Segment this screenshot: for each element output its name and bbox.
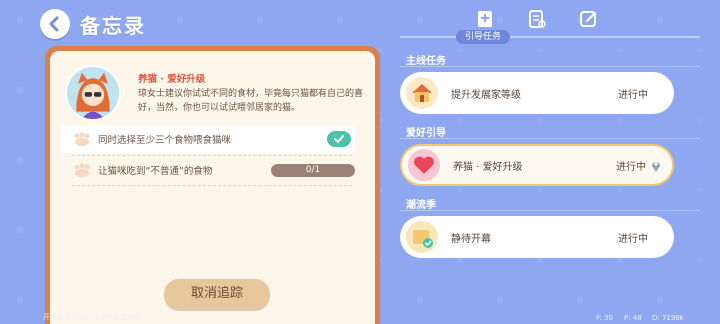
quest-item-trend[interactable]: 静待开幕 进行中 (400, 216, 674, 258)
tab-guide-tasks[interactable] (474, 8, 496, 30)
quest-item-main[interactable]: 提升发展家等级 进行中 (400, 72, 674, 114)
section-divider (400, 66, 700, 67)
section-label-main: 主线任务 (406, 56, 446, 67)
completed-check-icon (327, 131, 351, 147)
section-label-hobby: 爱好引导 (406, 128, 446, 139)
cat-paw-icon (74, 132, 90, 146)
quest-status: 进行中 (618, 89, 648, 101)
house-icon (405, 76, 439, 110)
requirement-progress-bar: 0/1 (271, 164, 355, 177)
task-detail-card-inner: 养猫 · 爱好升级 琼女士建议你试试不同的食材，毕竟每只猫都有自己的喜好，当然，… (50, 51, 375, 324)
heart-icon (407, 148, 441, 182)
task-description: 琼女士建议你试试不同的食材，毕竟每只猫都有自己的喜好，当然，你也可以试试喂邻居家… (138, 89, 364, 113)
divider (72, 185, 352, 186)
active-tab-label: 引导任务 (456, 30, 510, 44)
ping-readout: P: 48 (624, 314, 642, 322)
quest-item-hobby[interactable]: 养猫 · 爱好升级 进行中 (400, 144, 674, 186)
cat-paw-icon (74, 163, 90, 177)
requirement-row: 同时选择至少三个食物喂食猫咪 (60, 125, 355, 153)
back-arrow-icon (49, 16, 59, 32)
fps-readout: F: 30 (596, 314, 613, 322)
npc-avatar (65, 65, 121, 121)
edit-icon (580, 11, 596, 27)
scroll-icon (405, 220, 439, 254)
quest-name: 静待开幕 (451, 233, 491, 245)
notepad-icon (529, 10, 546, 28)
quest-name: 养猫 · 爱好升级 (453, 161, 523, 173)
tab-underline (400, 36, 700, 38)
section-divider (400, 210, 700, 211)
requirement-text: 让猫咪吃到“不普通”的食物 (98, 166, 213, 177)
section-label-trend: 潮流季 (406, 200, 436, 211)
hint-text: 开启通话模式，可查看当前追踪 (43, 313, 141, 321)
data-readout: D: 7198k (652, 314, 684, 322)
page-title: 备忘录 (80, 14, 146, 38)
cancel-tracking-button[interactable]: 取消追踪 (164, 279, 270, 309)
section-divider (400, 138, 700, 139)
location-pin-icon (652, 162, 660, 172)
quest-name: 提升发展家等级 (451, 89, 521, 101)
progress-text: 0/1 (305, 165, 321, 175)
back-button[interactable] (40, 9, 70, 39)
task-title: 养猫 · 爱好升级 (138, 74, 206, 85)
tab-edit[interactable] (578, 8, 600, 30)
quest-status: 进行中 (618, 233, 648, 245)
requirement-text: 同时选择至少三个食物喂食猫咪 (98, 135, 232, 146)
quest-status: 进行中 (616, 161, 646, 173)
guide-task-icon (478, 11, 492, 27)
tab-memo[interactable] (526, 8, 548, 30)
task-detail-card: 养猫 · 爱好升级 琼女士建议你试试不同的食材，毕竟每只猫都有自己的喜好，当然，… (45, 46, 380, 324)
requirement-row: 让猫咪吃到“不普通”的食物 0/1 (60, 156, 355, 184)
